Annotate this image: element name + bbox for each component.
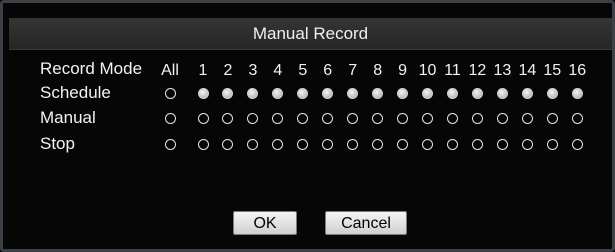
- radio-stop-channel-11[interactable]: [447, 138, 458, 150]
- radio-manual-channel-2[interactable]: [222, 112, 234, 124]
- radio-schedule-channel-3[interactable]: [247, 87, 259, 99]
- radio-stop-channel-9[interactable]: [397, 138, 409, 150]
- radio-manual-channel-15[interactable]: [546, 112, 558, 124]
- radio-stop-channel-15[interactable]: [546, 138, 558, 150]
- radio-schedule-all[interactable]: [164, 87, 176, 99]
- radio-manual-channel-14[interactable]: [521, 112, 533, 124]
- header-all: All: [161, 62, 179, 79]
- header-channel-8: 8: [373, 62, 383, 79]
- radio-schedule-channel-1[interactable]: [197, 87, 209, 99]
- header-channel-15: 15: [543, 62, 562, 79]
- header-channel-13: 13: [493, 62, 512, 79]
- header-channel-5: 5: [298, 62, 308, 79]
- radio-stop-channel-2[interactable]: [222, 138, 234, 150]
- radio-schedule-channel-14[interactable]: [521, 87, 533, 99]
- header-channel-2: 2: [223, 62, 233, 79]
- radio-schedule-channel-16[interactable]: [571, 87, 583, 99]
- header-channel-3: 3: [248, 62, 258, 79]
- header-channel-1: 1: [198, 62, 208, 79]
- radio-schedule-channel-8[interactable]: [372, 87, 384, 99]
- radio-stop-channel-3[interactable]: [247, 138, 259, 150]
- header-channel-7: 7: [348, 62, 358, 79]
- radio-schedule-channel-9[interactable]: [397, 87, 409, 99]
- manual-record-dialog: Manual Record Record Mode All OK Cancel …: [0, 0, 615, 252]
- header-channel-12: 12: [468, 62, 487, 79]
- radio-manual-channel-4[interactable]: [272, 112, 284, 124]
- radio-manual-channel-6[interactable]: [322, 112, 334, 124]
- row-label-schedule: Schedule: [40, 83, 111, 102]
- radio-manual-channel-11[interactable]: [447, 112, 458, 124]
- radio-manual-channel-7[interactable]: [347, 112, 359, 124]
- radio-schedule-channel-10[interactable]: [422, 87, 434, 99]
- radio-stop-channel-6[interactable]: [322, 138, 334, 150]
- radio-stop-channel-1[interactable]: [197, 138, 209, 150]
- row-label-stop: Stop: [40, 134, 75, 153]
- radio-stop-channel-5[interactable]: [297, 138, 309, 150]
- dialog-title: Manual Record: [252, 24, 369, 43]
- radio-manual-channel-5[interactable]: [297, 112, 309, 124]
- radio-stop-channel-13[interactable]: [496, 138, 508, 150]
- radio-stop-channel-10[interactable]: [422, 138, 434, 150]
- radio-manual-channel-8[interactable]: [372, 112, 384, 124]
- radio-schedule-channel-13[interactable]: [496, 87, 508, 99]
- header-channel-6: 6: [323, 62, 333, 79]
- radio-stop-channel-12[interactable]: [471, 138, 483, 150]
- header-channel-4: 4: [273, 62, 283, 79]
- radio-schedule-channel-11[interactable]: [447, 87, 458, 99]
- radio-manual-channel-10[interactable]: [422, 112, 434, 124]
- radio-schedule-channel-5[interactable]: [297, 87, 309, 99]
- radio-manual-channel-16[interactable]: [571, 112, 583, 124]
- dialog-titlebar: Manual Record: [9, 18, 612, 50]
- radio-schedule-channel-12[interactable]: [471, 87, 483, 99]
- row-label-manual: Manual: [40, 108, 96, 127]
- radio-manual-channel-12[interactable]: [471, 112, 483, 124]
- cancel-button[interactable]: Cancel: [325, 211, 407, 235]
- header-channel-14: 14: [518, 62, 537, 79]
- radio-manual-all[interactable]: [164, 112, 176, 124]
- radio-schedule-channel-4[interactable]: [272, 87, 284, 99]
- radio-schedule-channel-7[interactable]: [347, 87, 359, 99]
- radio-stop-channel-8[interactable]: [372, 138, 384, 150]
- radio-manual-channel-1[interactable]: [197, 112, 209, 124]
- radio-stop-channel-16[interactable]: [571, 138, 583, 150]
- radio-schedule-channel-2[interactable]: [222, 87, 234, 99]
- radio-schedule-channel-6[interactable]: [322, 87, 334, 99]
- radio-stop-channel-14[interactable]: [521, 138, 533, 150]
- radio-stop-all[interactable]: [164, 138, 176, 150]
- header-channel-11: 11: [444, 62, 461, 79]
- radio-manual-channel-13[interactable]: [496, 112, 508, 124]
- radio-manual-channel-3[interactable]: [247, 112, 259, 124]
- radio-stop-channel-7[interactable]: [347, 138, 359, 150]
- ok-button[interactable]: OK: [233, 211, 297, 235]
- radio-manual-channel-9[interactable]: [397, 112, 409, 124]
- record-mode-label: Record Mode: [40, 59, 143, 78]
- header-channel-9: 9: [398, 62, 408, 79]
- header-channel-10: 10: [418, 62, 437, 79]
- radio-schedule-channel-15[interactable]: [546, 87, 558, 99]
- radio-stop-channel-4[interactable]: [272, 138, 284, 150]
- header-channel-16: 16: [568, 62, 587, 79]
